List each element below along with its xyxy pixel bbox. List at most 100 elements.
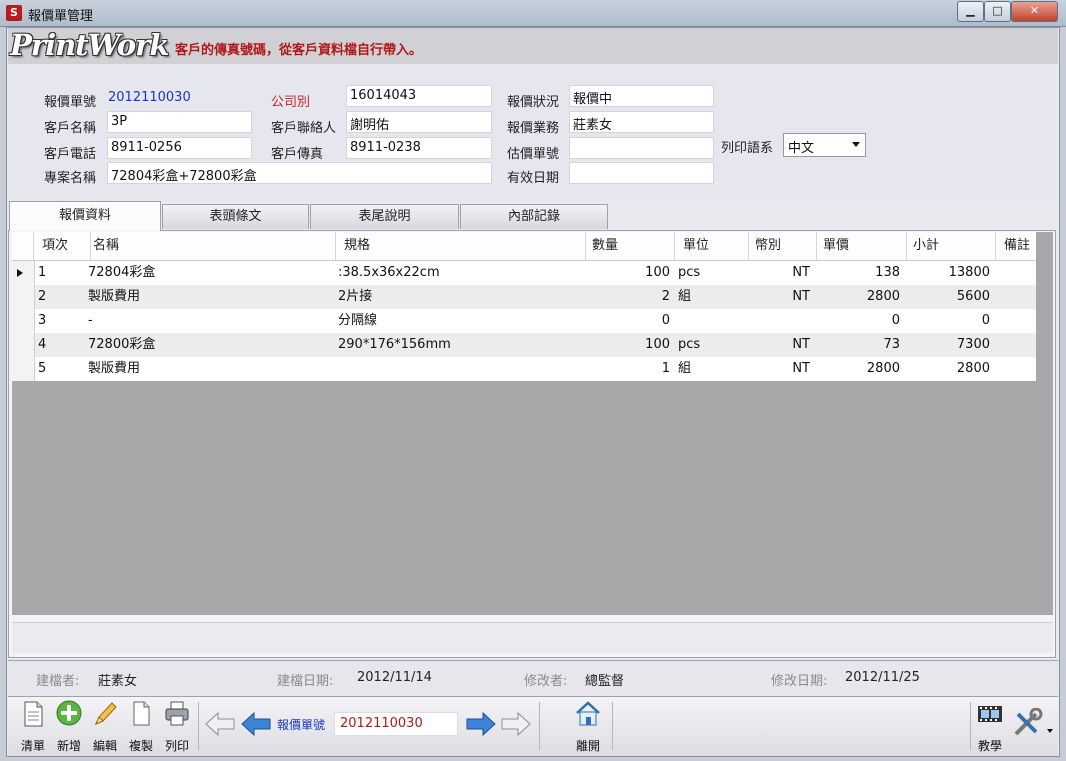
cell-currency[interactable]: NT <box>752 357 810 381</box>
created-date-label: 建檔日期: <box>277 674 334 689</box>
status-field[interactable]: 報價中 <box>569 85 714 107</box>
cell-unit[interactable]: 組 <box>678 285 691 309</box>
cell-name[interactable]: 製版費用 <box>88 357 140 381</box>
cell-currency[interactable] <box>752 309 810 333</box>
table-row[interactable]: 2 製版費用 2片接 2 組 NT 2800 5600 <box>12 285 1036 309</box>
next-record-arrow-icon[interactable] <box>465 710 497 738</box>
cell-spec[interactable]: 分隔線 <box>338 309 377 333</box>
cell-subtotal[interactable]: 5600 <box>908 285 990 309</box>
cell-name[interactable]: 72800彩盒 <box>88 333 155 357</box>
cell-spec[interactable]: :38.5x36x22cm <box>338 261 440 285</box>
cell-subtotal[interactable]: 13800 <box>908 261 990 285</box>
contact-field[interactable]: 謝明佑 <box>346 111 492 133</box>
tutorial-button[interactable]: 教學 <box>975 700 1005 754</box>
sales-field[interactable]: 莊素女 <box>569 111 714 133</box>
title-bar <box>0 0 1066 27</box>
table-row[interactable]: 4 72800彩盒 290*176*156mm 100 pcs NT 73 73… <box>12 333 1036 357</box>
exit-button[interactable]: 離開 <box>573 700 603 754</box>
cell-price[interactable]: 73 <box>818 333 900 357</box>
company-field[interactable]: 16014043 <box>346 85 492 107</box>
row-header[interactable] <box>12 357 35 381</box>
cell-currency[interactable]: NT <box>752 261 810 285</box>
first-record-arrow-icon[interactable] <box>204 710 236 738</box>
print-button[interactable]: 列印 <box>162 700 192 754</box>
cell-qty[interactable]: 2 <box>590 285 670 309</box>
record-nav-field[interactable]: 2012110030 <box>334 712 458 736</box>
table-row[interactable]: 5 製版費用 1 組 NT 2800 2800 <box>12 357 1036 381</box>
cell-no[interactable]: 2 <box>38 285 46 309</box>
cell-name[interactable]: 製版費用 <box>88 285 140 309</box>
printwork-logo: PrintWork <box>10 28 170 62</box>
minimize-button[interactable]: ▁ <box>957 1 984 22</box>
copy-button[interactable]: 複製 <box>126 700 156 754</box>
cell-qty[interactable]: 0 <box>590 309 670 333</box>
estimate-no-field[interactable] <box>569 137 714 159</box>
col-note[interactable]: 備註 <box>996 232 1036 260</box>
row-header[interactable] <box>12 309 35 333</box>
cell-unit[interactable]: pcs <box>678 261 700 285</box>
col-qty[interactable]: 數量 <box>586 232 675 260</box>
toolbar-separator <box>970 702 971 750</box>
cell-no[interactable]: 5 <box>38 357 46 381</box>
maximize-button[interactable]: □ <box>984 1 1011 22</box>
copy-document-icon <box>133 701 150 726</box>
add-button[interactable]: 新增 <box>54 700 84 754</box>
previous-record-arrow-icon[interactable] <box>240 710 272 738</box>
cell-currency[interactable]: NT <box>752 333 810 357</box>
list-button[interactable]: 清單 <box>18 700 48 754</box>
cell-unit[interactable]: 組 <box>678 357 691 381</box>
cell-no[interactable]: 1 <box>38 261 46 285</box>
table-row[interactable]: 1 72804彩盒 :38.5x36x22cm 100 pcs NT 138 1… <box>12 261 1036 285</box>
tab-internal-records[interactable]: 內部記錄 <box>460 204 608 229</box>
customer-name-field[interactable]: 3P <box>107 111 252 133</box>
cell-price[interactable]: 2800 <box>818 357 900 381</box>
cell-subtotal[interactable]: 2800 <box>908 357 990 381</box>
row-header[interactable] <box>12 261 35 285</box>
col-currency[interactable]: 幣別 <box>749 232 817 260</box>
cell-price[interactable]: 0 <box>818 309 900 333</box>
valid-date-field[interactable] <box>569 162 714 184</box>
cell-name[interactable]: 72804彩盒 <box>88 261 155 285</box>
project-label: 專案名稱 <box>44 171 97 186</box>
row-header[interactable] <box>12 285 35 309</box>
col-no[interactable]: 項次 <box>34 232 91 260</box>
col-spec[interactable]: 規格 <box>336 232 586 260</box>
tab-quote-data[interactable]: 報價資料 <box>9 201 161 231</box>
project-field[interactable]: 72804彩盒+72800彩盒 <box>107 162 492 184</box>
table-row[interactable]: 3 - 分隔線 0 0 0 <box>12 309 1036 333</box>
close-button[interactable]: ✕ <box>1011 1 1058 22</box>
phone-field[interactable]: 8911-0256 <box>107 137 252 159</box>
cell-price[interactable]: 2800 <box>818 285 900 309</box>
cell-qty[interactable]: 1 <box>590 357 670 381</box>
cell-subtotal[interactable]: 0 <box>908 309 990 333</box>
cell-spec[interactable]: 290*176*156mm <box>338 333 451 357</box>
grid-footer-strip <box>12 622 1053 653</box>
cell-currency[interactable]: NT <box>752 285 810 309</box>
row-header[interactable] <box>12 333 35 357</box>
creator-value: 莊素女 <box>98 674 138 689</box>
add-plus-icon <box>56 700 82 726</box>
print-lang-select[interactable]: 中文 <box>783 133 866 157</box>
status-label: 報價狀況 <box>507 95 560 110</box>
cell-qty[interactable]: 100 <box>590 333 670 357</box>
tools-menu-button[interactable] <box>1012 707 1056 738</box>
col-price[interactable]: 單價 <box>817 232 907 260</box>
tab-footer-notes[interactable]: 表尾說明 <box>310 204 459 229</box>
cell-price[interactable]: 138 <box>818 261 900 285</box>
cell-spec[interactable]: 2片接 <box>338 285 372 309</box>
cell-qty[interactable]: 100 <box>590 261 670 285</box>
cell-unit[interactable]: pcs <box>678 333 700 357</box>
cell-no[interactable]: 4 <box>38 333 46 357</box>
col-name[interactable]: 名稱 <box>91 232 336 260</box>
cell-subtotal[interactable]: 7300 <box>908 333 990 357</box>
col-subtotal[interactable]: 小計 <box>907 232 996 260</box>
fax-field[interactable]: 8911-0238 <box>346 137 492 159</box>
col-unit[interactable]: 單位 <box>675 232 749 260</box>
print-lang-label: 列印語系 <box>721 141 774 156</box>
grid-scrollbar[interactable] <box>1037 232 1053 615</box>
cell-name[interactable]: - <box>88 309 93 333</box>
last-record-arrow-icon[interactable] <box>500 710 532 738</box>
cell-no[interactable]: 3 <box>38 309 46 333</box>
tab-header-terms[interactable]: 表頭條文 <box>162 204 309 229</box>
edit-button[interactable]: 編輯 <box>90 700 120 754</box>
